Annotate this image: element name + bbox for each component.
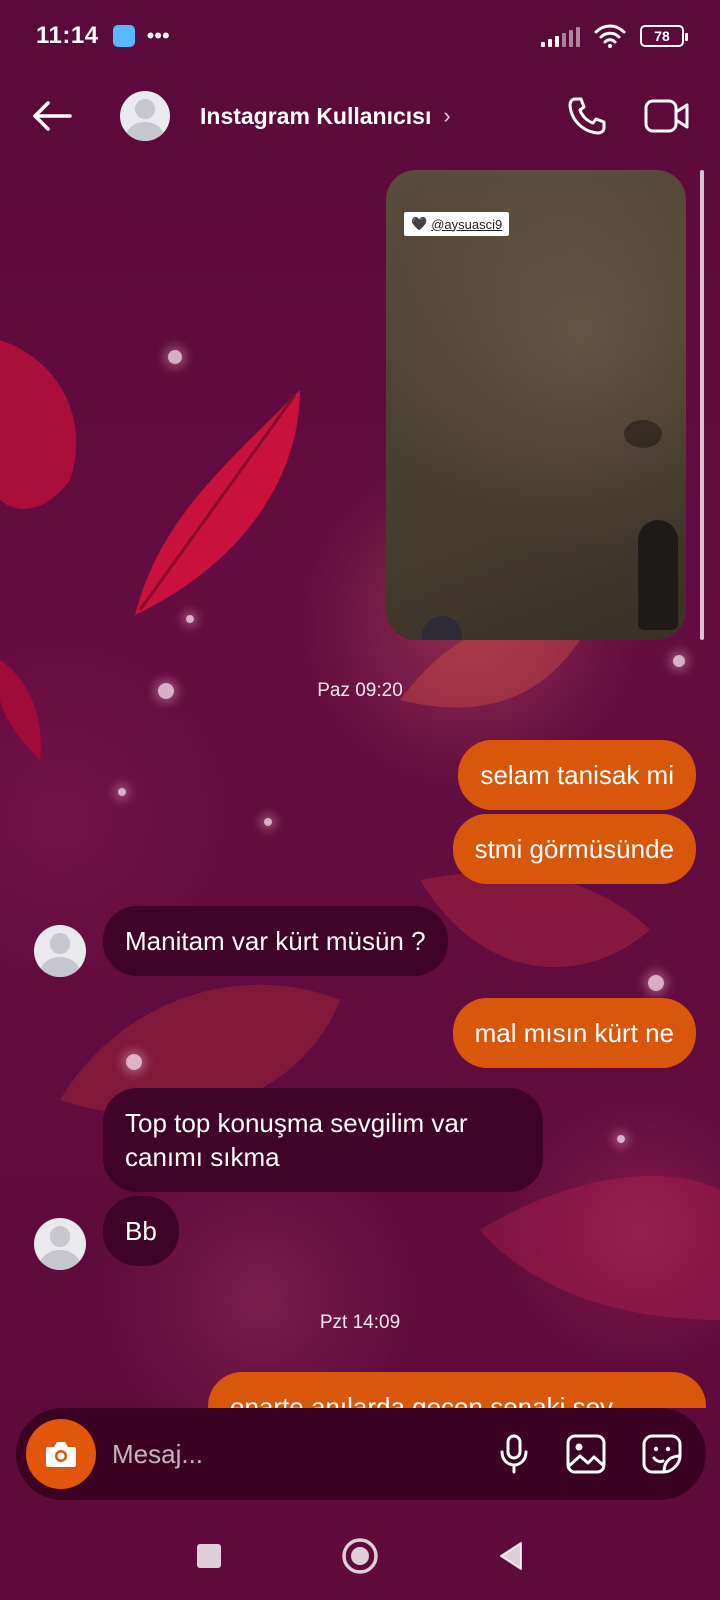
heart-icon: 🖤 bbox=[411, 216, 428, 231]
circle-home-icon bbox=[342, 1538, 378, 1574]
message-input[interactable] bbox=[112, 1424, 498, 1484]
triangle-back-icon bbox=[500, 1542, 522, 1570]
square-icon bbox=[197, 1544, 221, 1568]
microphone-icon bbox=[500, 1434, 528, 1474]
outgoing-message[interactable]: stmi görmüsünde bbox=[452, 814, 696, 884]
message-timestamp: Pzt 14:09 bbox=[319, 1312, 401, 1333]
sticker-icon bbox=[642, 1434, 682, 1474]
outgoing-message[interactable]: selam tanisak mi bbox=[458, 740, 696, 810]
outgoing-message[interactable]: enarte anılarda gecen senaki sev bbox=[208, 1372, 706, 1408]
sender-avatar[interactable] bbox=[34, 1218, 86, 1270]
sticker-button[interactable] bbox=[642, 1434, 682, 1474]
story-image-detail bbox=[624, 420, 662, 448]
camera-icon bbox=[46, 1442, 76, 1467]
story-image-detail bbox=[638, 520, 678, 630]
message-list[interactable]: 🖤 @aysuasci9 Paz 09:20 selam tanisak mi … bbox=[0, 0, 720, 1600]
story-image-detail bbox=[422, 616, 462, 640]
incoming-message[interactable]: Bb bbox=[103, 1196, 179, 1266]
system-back-button[interactable] bbox=[497, 1540, 525, 1572]
system-navigation-bar bbox=[0, 1512, 720, 1600]
shared-story[interactable]: 🖤 @aysuasci9 bbox=[386, 170, 686, 640]
image-icon bbox=[566, 1434, 606, 1474]
incoming-message[interactable]: Manitam var kürt müsün ? bbox=[103, 906, 448, 976]
message-timestamp: Paz 09:20 bbox=[317, 680, 403, 701]
incoming-message[interactable]: Top top konuşma sevgilim var canımı sıkm… bbox=[103, 1088, 543, 1192]
gallery-button[interactable] bbox=[566, 1434, 606, 1474]
outgoing-message[interactable]: mal mısın kürt ne bbox=[452, 998, 696, 1068]
sender-avatar[interactable] bbox=[34, 925, 86, 977]
camera-button[interactable] bbox=[26, 1419, 96, 1489]
partial-message-clip: enarte anılarda gecen senaki sev bbox=[208, 1372, 706, 1408]
story-mention-handle: @aysuasci9 bbox=[431, 216, 503, 232]
home-button[interactable] bbox=[341, 1537, 379, 1575]
recent-apps-button[interactable] bbox=[195, 1542, 223, 1570]
story-mention-tag[interactable]: 🖤 @aysuasci9 bbox=[404, 212, 510, 236]
scrollbar[interactable] bbox=[700, 170, 704, 640]
message-composer bbox=[16, 1408, 706, 1500]
voice-message-button[interactable] bbox=[498, 1434, 530, 1474]
